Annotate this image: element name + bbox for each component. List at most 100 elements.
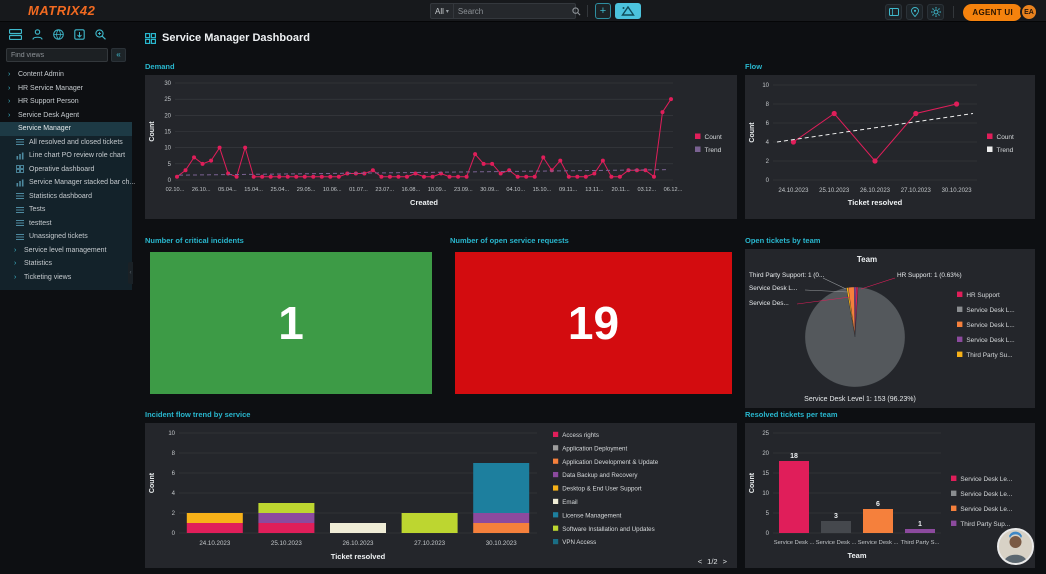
svg-text:27.10.2023: 27.10.2023 bbox=[414, 540, 446, 547]
svg-text:Count: Count bbox=[149, 121, 156, 142]
pager-next-button[interactable]: > bbox=[723, 557, 727, 566]
search-plus-icon[interactable] bbox=[95, 29, 107, 40]
tree-item-service-desk-agent[interactable]: ›Service Desk Agent bbox=[0, 109, 132, 123]
chevron-right-icon: › bbox=[14, 247, 19, 254]
user-avatar[interactable]: EA bbox=[1020, 3, 1038, 21]
critical-incidents-value: 1 bbox=[150, 252, 432, 394]
svg-text:02.10...: 02.10... bbox=[166, 187, 185, 193]
svg-text:05.04...: 05.04... bbox=[218, 187, 237, 193]
tree-item-statistics-dashboard[interactable]: Statistics dashboard bbox=[0, 190, 132, 204]
panel-resolved-chart[interactable]: 0510152025Count18Service Desk ...3Servic… bbox=[745, 423, 1035, 568]
svg-text:25: 25 bbox=[762, 431, 769, 437]
svg-text:1: 1 bbox=[918, 521, 922, 528]
panel-flow-chart[interactable]: 0246810Count24.10.202325.10.202326.10.20… bbox=[745, 75, 1035, 219]
tree-item-all-resolved-and-closed-tickets[interactable]: All resolved and closed tickets bbox=[0, 136, 132, 150]
panel-requests-title: Number of open service requests bbox=[450, 236, 737, 249]
panel-open-by-team-title: Open tickets by team bbox=[745, 236, 1035, 249]
panel-demand-chart[interactable]: 051015202530Count02.10...26.10...05.04..… bbox=[145, 75, 737, 219]
svg-text:VPN Access: VPN Access bbox=[562, 539, 596, 546]
svg-text:Count: Count bbox=[705, 134, 723, 141]
find-views-input[interactable] bbox=[6, 48, 108, 62]
app-switcher-button[interactable] bbox=[615, 3, 641, 19]
svg-text:25.10.2023: 25.10.2023 bbox=[271, 540, 303, 547]
archive-icon[interactable] bbox=[74, 29, 85, 40]
svg-text:10: 10 bbox=[762, 491, 769, 497]
search-scope-dropdown[interactable]: All ▾ bbox=[431, 4, 454, 18]
kanban-button[interactable] bbox=[885, 4, 902, 20]
tree-item-hr-support-person[interactable]: ›HR Support Person bbox=[0, 95, 132, 109]
chevron-right-icon: › bbox=[8, 112, 13, 119]
open-requests-value: 19 bbox=[455, 252, 732, 394]
settings-button[interactable] bbox=[927, 4, 944, 20]
agent-ui-button[interactable]: AGENT UI bbox=[963, 4, 1022, 21]
tree-item-operative-dashboard[interactable]: Operative dashboard bbox=[0, 163, 132, 177]
tree-item-hr-service-manager[interactable]: ›HR Service Manager bbox=[0, 82, 132, 96]
svg-text:30.10.2023: 30.10.2023 bbox=[486, 540, 518, 547]
panel-incident-flow: Incident flow trend by service 0246810Co… bbox=[145, 410, 737, 568]
svg-text:6: 6 bbox=[876, 501, 880, 508]
list-icon bbox=[16, 138, 24, 146]
svg-text:Service Desk Le...: Service Desk Le... bbox=[960, 506, 1012, 513]
svg-text:24.10.2023: 24.10.2023 bbox=[778, 188, 809, 194]
pager-prev-button[interactable]: < bbox=[698, 557, 702, 566]
tree-item-tests[interactable]: Tests bbox=[0, 203, 132, 217]
svg-text:Access rights: Access rights bbox=[562, 432, 599, 439]
svg-text:10: 10 bbox=[164, 146, 171, 152]
svg-text:Created: Created bbox=[410, 198, 438, 207]
svg-text:Service Desk L...: Service Desk L... bbox=[966, 322, 1015, 329]
panel-open-by-team-chart[interactable]: TeamThird Party Support: 1 (0...Service … bbox=[745, 249, 1035, 408]
svg-text:Service Desk ...: Service Desk ... bbox=[774, 540, 815, 546]
views-icon[interactable] bbox=[9, 29, 22, 40]
svg-text:10.06...: 10.06... bbox=[323, 187, 342, 193]
search-icon[interactable] bbox=[572, 7, 581, 16]
svg-text:Trend: Trend bbox=[997, 147, 1014, 154]
svg-text:03.12...: 03.12... bbox=[637, 187, 656, 193]
svg-text:20: 20 bbox=[164, 113, 171, 119]
kanban-icon bbox=[889, 8, 899, 16]
brand-logo[interactable]: MATRIX42 bbox=[28, 3, 95, 18]
svg-text:20: 20 bbox=[762, 451, 769, 457]
gear-icon bbox=[931, 7, 941, 17]
svg-text:Service Des...: Service Des... bbox=[749, 300, 789, 307]
app: { "theme": { "accent_teal": "#29b7ce", "… bbox=[0, 0, 1046, 574]
dashboard-grid-icon bbox=[145, 33, 156, 44]
svg-text:23.09...: 23.09... bbox=[454, 187, 473, 193]
pin-icon bbox=[911, 7, 919, 17]
tree-item-service-level-management[interactable]: ›Service level management bbox=[0, 244, 132, 258]
globe-icon[interactable] bbox=[53, 29, 64, 40]
svg-text:15.04...: 15.04... bbox=[244, 187, 263, 193]
svg-text:Service Desk L...: Service Desk L... bbox=[966, 337, 1015, 344]
svg-text:Count: Count bbox=[997, 134, 1015, 141]
tree-item-unassigned-tickets[interactable]: Unassigned tickets bbox=[0, 230, 132, 244]
panel-resolved: Resolved tickets per team 0510152025Coun… bbox=[745, 410, 1035, 568]
collapse-tree-button[interactable]: « bbox=[111, 48, 126, 62]
svg-text:Third Party Su...: Third Party Su... bbox=[966, 352, 1012, 359]
tree-item-statistics[interactable]: ›Statistics bbox=[0, 257, 132, 271]
tree-item-content-admin[interactable]: ›Content Admin bbox=[0, 68, 132, 82]
add-button[interactable]: + bbox=[595, 3, 611, 19]
svg-text:23.07...: 23.07... bbox=[375, 187, 394, 193]
panel-open-by-team: Open tickets by team TeamThird Party Sup… bbox=[745, 236, 1035, 408]
svg-text:24.10.2023: 24.10.2023 bbox=[199, 540, 231, 547]
grid-icon bbox=[16, 165, 24, 173]
tree-item-line-chart-po-review-role-chart[interactable]: Line chart PO review role chart bbox=[0, 149, 132, 163]
location-button[interactable] bbox=[906, 4, 923, 20]
tree-item-service-manager[interactable]: Service Manager bbox=[0, 122, 132, 136]
svg-text:3: 3 bbox=[834, 513, 838, 520]
chevron-down-icon: ▾ bbox=[446, 8, 449, 15]
panel-incident-flow-chart[interactable]: 0246810Count24.10.202325.10.202326.10.20… bbox=[145, 423, 737, 568]
panel-flow: Flow 0246810Count24.10.202325.10.202326.… bbox=[745, 62, 1035, 219]
svg-text:25.04...: 25.04... bbox=[271, 187, 290, 193]
svg-text:Count: Count bbox=[149, 472, 156, 493]
tree-item-service-manager-stacked-bar-ch[interactable]: Service Manager stacked bar ch... bbox=[0, 176, 132, 190]
search-input[interactable] bbox=[454, 7, 572, 16]
tree-item-testtest[interactable]: testtest bbox=[0, 217, 132, 231]
svg-text:Software Installation and Upda: Software Installation and Updates bbox=[562, 526, 655, 533]
panel-demand: Demand 051015202530Count02.10...26.10...… bbox=[145, 62, 737, 219]
user-photo-avatar[interactable] bbox=[997, 528, 1034, 565]
user-icon[interactable] bbox=[32, 29, 43, 40]
sidebar-collapse-handle[interactable]: ‹ bbox=[128, 262, 133, 284]
svg-text:HR Support: HR Support bbox=[966, 292, 1000, 299]
tree-item-ticketing-views[interactable]: ›Ticketing views bbox=[0, 271, 132, 285]
panel-critical-title: Number of critical incidents bbox=[145, 236, 437, 249]
